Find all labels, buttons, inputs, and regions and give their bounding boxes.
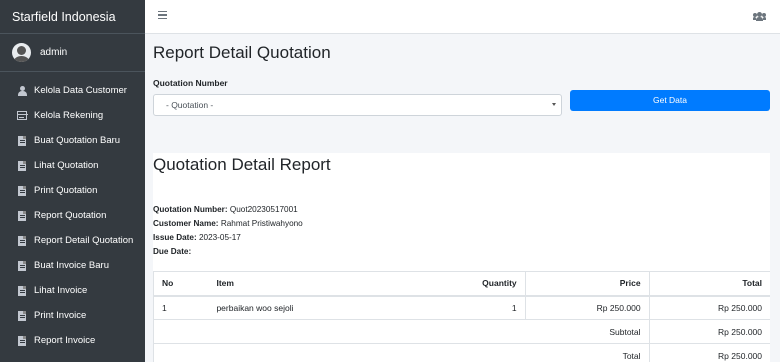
user-icon — [17, 85, 27, 96]
cell-price: Rp 250.000 — [525, 295, 650, 320]
cell-item: perbaikan woo sejoli — [208, 295, 424, 320]
sidebar-item-kelola-data-customer[interactable]: Kelola Data Customer — [0, 78, 145, 103]
sidebar-item-buat-invoice-baru[interactable]: Buat Invoice Baru — [0, 253, 145, 278]
meta-label: Quotation Number: — [153, 205, 228, 214]
quotation-select-value: - Quotation - — [166, 100, 214, 110]
file-icon — [17, 160, 27, 171]
sidebar-item-label: Kelola Data Customer — [34, 85, 127, 96]
subtotal-label: Subtotal — [153, 319, 650, 344]
file-icon — [17, 285, 27, 296]
quotation-number-label: Quotation Number — [153, 78, 228, 88]
column-header-price: Price — [525, 271, 650, 297]
sidebar-item-print-quotation[interactable]: Print Quotation — [0, 178, 145, 203]
file-icon — [17, 335, 27, 346]
hamburger-icon[interactable] — [158, 11, 167, 19]
sidebar-item-label: Lihat Invoice — [34, 285, 88, 296]
meta-label: Issue Date: — [153, 233, 197, 242]
sidebar-item-label: Print Invoice — [34, 310, 87, 321]
sidebar-item-lihat-invoice[interactable]: Lihat Invoice — [0, 278, 145, 303]
meta-value: 2023-05-17 — [198, 233, 241, 242]
cell-no: 1 — [153, 295, 209, 320]
chevron-down-icon — [552, 103, 556, 106]
cell-quantity: 1 — [423, 295, 526, 320]
report-title: Quotation Detail Report — [153, 155, 331, 174]
file-icon — [17, 185, 27, 196]
sidebar-item-buat-quotation-baru[interactable]: Buat Quotation Baru — [0, 128, 145, 153]
sidebar-item-print-invoice[interactable]: Print Invoice — [0, 303, 145, 328]
user-panel[interactable]: admin — [0, 34, 145, 72]
avatar — [12, 43, 31, 62]
file-icon — [17, 135, 27, 146]
sidebar-item-label: Buat Quotation Baru — [34, 135, 121, 146]
subtotal-value: Rp 250.000 — [649, 319, 770, 344]
file-icon — [17, 210, 27, 221]
sidebar-item-label: Buat Invoice Baru — [34, 260, 109, 271]
user-name: admin — [40, 47, 68, 58]
file-icon — [17, 235, 27, 246]
column-header-total: Total — [649, 271, 770, 297]
sidebar-item-label: Lihat Quotation — [34, 160, 99, 171]
sidebar-item-kelola-rekening[interactable]: Kelola Rekening — [0, 103, 145, 128]
meta-value: Rahmat Pristiwahyono — [220, 219, 303, 228]
quotation-select[interactable]: - Quotation - — [153, 94, 562, 116]
meta-label: Due Date: — [153, 247, 192, 256]
sidebar-item-label: Report Detail Quotation — [34, 235, 134, 246]
file-icon — [17, 310, 27, 321]
credit-card-icon — [17, 110, 28, 121]
quotation-number-meta: Quotation Number: Quot20230517001 — [153, 205, 298, 214]
sidebar-item-report-detail-quotation[interactable]: Report Detail Quotation — [0, 228, 145, 253]
detail-table: No Item Quantity Price Total 1 perbaikan… — [153, 271, 770, 362]
total-label: Total — [153, 343, 650, 362]
total-row: Total Rp 250.000 — [153, 343, 770, 362]
customer-name-meta: Customer Name: Rahmat Pristiwahyono — [153, 219, 303, 228]
table-row: 1 perbaikan woo sejoli 1 Rp 250.000 Rp 2… — [153, 295, 770, 320]
subtotal-row: Subtotal Rp 250.000 — [153, 319, 770, 344]
sidebar-item-lihat-quotation[interactable]: Lihat Quotation — [0, 153, 145, 178]
main-content: Report Detail Quotation Quotation Number… — [145, 34, 780, 362]
column-header-quantity: Quantity — [423, 271, 526, 297]
users-icon[interactable] — [753, 12, 766, 21]
sidebar: Starfield Indonesia admin Kelola Data Cu… — [0, 0, 145, 362]
sidebar-item-label: Report Invoice — [34, 335, 96, 346]
meta-value: Quot20230517001 — [229, 205, 298, 214]
sidebar-item-report-quotation[interactable]: Report Quotation — [0, 203, 145, 228]
page-title: Report Detail Quotation — [153, 43, 331, 62]
meta-label: Customer Name: — [153, 219, 219, 228]
column-header-item: Item — [208, 271, 424, 297]
brand-link[interactable]: Starfield Indonesia — [0, 0, 145, 34]
report-card: Quotation Detail Report Quotation Number… — [153, 153, 770, 362]
due-date-meta: Due Date: — [153, 247, 191, 256]
get-data-button[interactable]: Get Data — [570, 90, 770, 111]
file-icon — [17, 260, 27, 271]
issue-date-meta: Issue Date: 2023-05-17 — [153, 233, 241, 242]
sidebar-item-label: Print Quotation — [34, 185, 98, 196]
column-header-no: No — [153, 271, 209, 297]
total-value: Rp 250.000 — [649, 343, 770, 362]
cell-total: Rp 250.000 — [649, 295, 770, 320]
top-navbar — [145, 0, 780, 34]
sidebar-item-label: Report Quotation — [34, 210, 107, 221]
table-header-row: No Item Quantity Price Total — [153, 271, 770, 297]
brand-name: Starfield Indonesia — [12, 9, 116, 24]
sidebar-item-report-invoice[interactable]: Report Invoice — [0, 328, 145, 353]
sidebar-item-label: Kelola Rekening — [34, 110, 104, 121]
